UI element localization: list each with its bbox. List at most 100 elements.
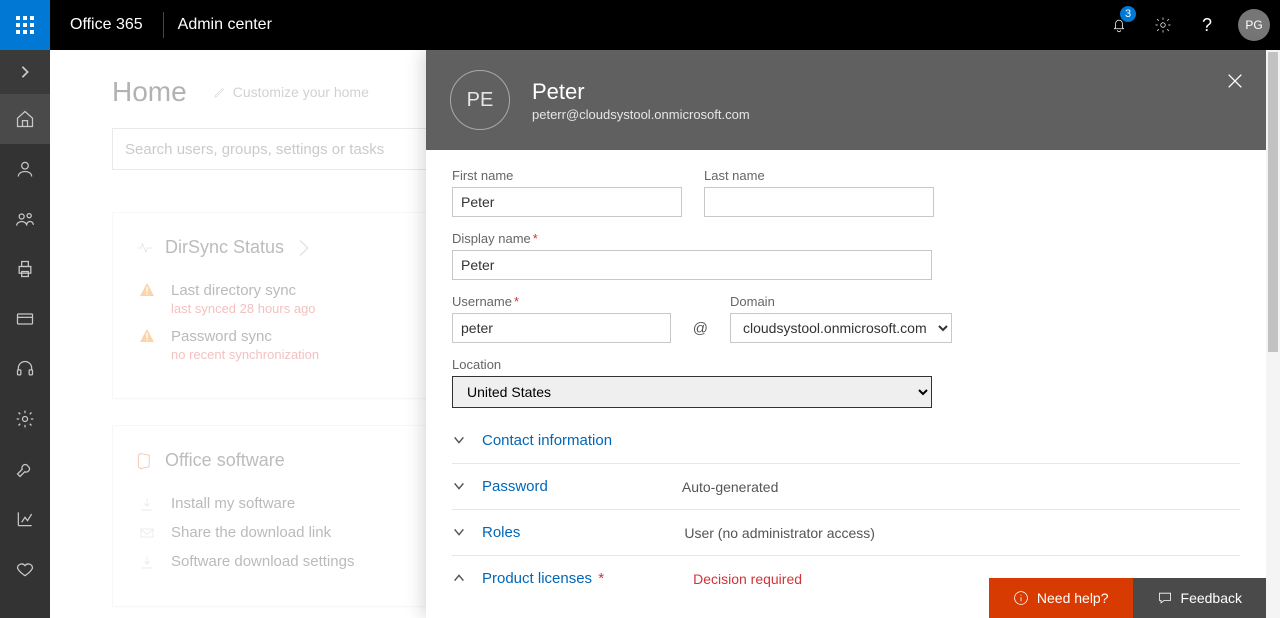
customize-home-label: Customize your home [233,84,369,100]
roles-expander[interactable]: Roles User (no administrator access) [452,510,1240,556]
heart-icon [15,559,35,579]
software-item-label: Install my software [171,495,295,512]
panel-header: PE Peter peterr@cloudsystool.onmicrosoft… [426,50,1266,150]
notification-count-badge: 3 [1120,6,1136,22]
at-symbol: @ [693,320,708,337]
group-icon [15,209,35,229]
dirsync-item-sub: last synced 28 hours ago [171,301,316,316]
chart-icon [15,509,35,529]
last-name-input[interactable] [704,187,934,217]
need-help-button[interactable]: Need help? [989,578,1133,618]
display-name-input[interactable] [452,250,932,280]
warning-icon [139,328,155,344]
gear-icon [1154,16,1172,34]
customize-home-link[interactable]: Customize your home [213,84,369,100]
chevron-right-icon [294,238,314,258]
nav-setup[interactable] [0,444,50,494]
global-header: Office 365 Admin center 3 ? PG [0,0,1280,50]
help-button[interactable]: ? [1188,0,1226,50]
nav-support[interactable] [0,344,50,394]
first-name-label: First name [452,168,682,183]
settings-button[interactable] [1144,0,1182,50]
heartline-icon [135,238,155,258]
nav-billing[interactable] [0,294,50,344]
chevron-down-icon [452,525,466,539]
dirsync-item-label: Last directory sync [171,282,316,299]
domain-select[interactable]: cloudsystool.onmicrosoft.com [730,313,952,343]
password-link: Password [482,478,548,495]
user-icon [15,159,35,179]
first-name-input[interactable] [452,187,682,217]
nav-users[interactable] [0,144,50,194]
dirsync-item-label: Password sync [171,328,319,345]
help-bar: Need help? Feedback [989,578,1266,618]
waffle-icon [16,16,34,34]
nav-groups[interactable] [0,194,50,244]
panel-scrollbar-thumb[interactable] [1268,52,1278,352]
chevron-down-icon [452,433,466,447]
wrench-icon [15,459,35,479]
software-title: Office software [165,450,285,471]
chat-icon [1157,590,1173,606]
office-icon [135,451,155,471]
question-icon: ? [1202,15,1212,36]
expand-nav-button[interactable] [0,50,50,94]
chevron-down-icon [452,479,466,493]
left-nav-rail [0,50,50,618]
close-icon [1226,72,1244,90]
panel-avatar: PE [450,70,510,130]
user-avatar[interactable]: PG [1238,9,1270,41]
pencil-icon [213,85,227,99]
licenses-link: Product licenses * [482,570,604,587]
notifications-button[interactable]: 3 [1100,0,1138,50]
mail-icon [139,525,155,541]
nav-resources[interactable] [0,244,50,294]
display-name-label: Display name* [452,231,1240,246]
nav-home[interactable] [0,94,50,144]
dirsync-item-sub: no recent synchronization [171,347,319,362]
contact-link: Contact information [482,432,612,449]
feedback-button[interactable]: Feedback [1133,578,1266,618]
roles-link: Roles [482,524,520,541]
username-input[interactable] [452,313,671,343]
contact-expander[interactable]: Contact information [452,418,1240,464]
download-icon [139,496,155,512]
search-placeholder: Search users, groups, settings or tasks [125,141,384,158]
app-launcher-button[interactable] [0,0,50,50]
chevron-right-icon [18,65,32,79]
gear-icon [15,409,35,429]
panel-body: First name Last name Display name* Usern… [426,150,1266,618]
add-user-panel: PE Peter peterr@cloudsystool.onmicrosoft… [426,50,1266,618]
nav-reports[interactable] [0,494,50,544]
warning-icon [139,282,155,298]
password-summary: Auto-generated [682,479,779,495]
last-name-label: Last name [704,168,934,183]
download-icon [139,554,155,570]
domain-label: Domain [730,294,952,309]
need-help-label: Need help? [1037,590,1109,606]
password-expander[interactable]: Password Auto-generated [452,464,1240,510]
nav-health[interactable] [0,544,50,594]
info-icon [1013,590,1029,606]
page-title: Home [112,76,187,108]
licenses-summary: Decision required [693,571,802,587]
software-item-label: Share the download link [171,524,331,541]
software-item-label: Software download settings [171,553,354,570]
brand-office365[interactable]: Office 365 [50,16,163,34]
nav-settings[interactable] [0,394,50,444]
username-label: Username* [452,294,671,309]
headset-icon [15,359,35,379]
brand-admin-center[interactable]: Admin center [164,16,286,34]
feedback-label: Feedback [1181,590,1242,606]
card-icon [15,309,35,329]
panel-user-name: Peter [532,79,750,105]
close-button[interactable] [1222,68,1248,94]
dirsync-title: DirSync Status [165,237,284,258]
roles-summary: User (no administrator access) [684,525,875,541]
panel-user-email: peterr@cloudsystool.onmicrosoft.com [532,107,750,122]
printer-icon [15,259,35,279]
location-label: Location [452,357,1240,372]
home-icon [15,109,35,129]
chevron-up-icon [452,571,466,585]
location-select[interactable]: United States [452,376,932,408]
